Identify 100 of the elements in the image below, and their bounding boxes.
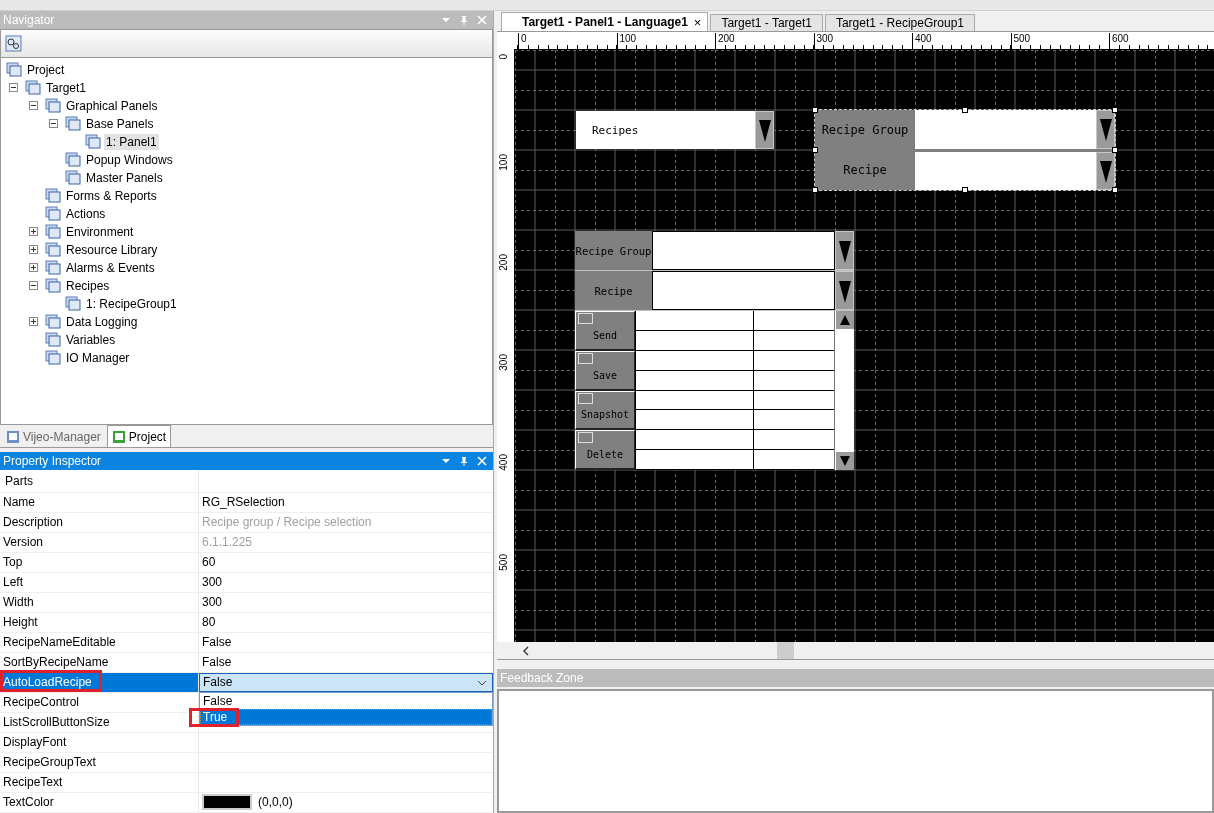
property-value: 80 <box>202 615 216 630</box>
folder-icon <box>44 97 61 115</box>
collapse-icon[interactable] <box>49 119 58 129</box>
scroll-up-icon[interactable] <box>835 311 854 329</box>
folder-icon <box>44 205 61 223</box>
tree-item[interactable]: Forms & Reports <box>64 187 159 204</box>
property-name[interactable]: Left <box>0 573 199 592</box>
property-name[interactable]: ListScrollButtonSize <box>0 713 199 732</box>
document-tab[interactable]: Target1 - Target1 <box>710 14 823 31</box>
tree-item[interactable]: Resource Library <box>64 241 160 258</box>
collapse-icon[interactable] <box>29 101 38 111</box>
property-name[interactable]: AutoLoadRecipe <box>0 673 199 692</box>
folder-icon <box>44 277 61 295</box>
pin-icon[interactable] <box>459 456 469 467</box>
color-swatch[interactable] <box>202 794 252 811</box>
ruler-label: 400 <box>912 33 932 49</box>
property-name[interactable]: TextColor <box>0 793 199 812</box>
tree-item[interactable]: Project <box>25 61 67 78</box>
property-name[interactable]: RecipeGroupText <box>0 753 199 772</box>
property-value: 60 <box>202 555 216 570</box>
tree-item[interactable]: Base Panels <box>84 115 156 132</box>
resize-handle[interactable] <box>812 187 818 193</box>
resize-handle[interactable] <box>812 107 818 113</box>
ruler-label: 300 <box>499 354 509 371</box>
tree-item[interactable]: 1: RecipeGroup1 <box>84 295 179 312</box>
hmi-button[interactable]: Send <box>575 311 635 351</box>
property-name[interactable]: Top <box>0 553 199 572</box>
property-value: RG_RSelection <box>202 495 285 510</box>
scroll-left-icon[interactable] <box>522 646 530 656</box>
property-name[interactable]: DisplayFont <box>0 733 199 752</box>
tree-item[interactable]: Graphical Panels <box>64 97 160 114</box>
document-tab[interactable]: Target1 - Panel1 - Language1 × <box>501 12 709 31</box>
combo-field[interactable] <box>915 151 1096 190</box>
property-name[interactable]: SortByRecipeName <box>0 653 199 672</box>
dropdown-button[interactable] <box>835 271 854 310</box>
resize-handle[interactable] <box>1112 107 1118 113</box>
hmi-button[interactable]: Snapshot <box>575 390 635 431</box>
hmi-button[interactable]: Delete <box>575 430 635 470</box>
document-tab[interactable]: Target1 - RecipeGroup1 <box>824 14 975 31</box>
property-value: False <box>202 635 232 650</box>
dropdown-button[interactable] <box>755 111 774 149</box>
panel-title: Navigator <box>3 12 56 27</box>
tree-item[interactable]: Data Logging <box>64 313 140 330</box>
gears-icon[interactable] <box>5 34 22 52</box>
property-name[interactable]: RecipeText <box>0 773 199 792</box>
resize-handle[interactable] <box>1112 147 1118 153</box>
resize-handle[interactable] <box>812 147 818 153</box>
tree-item[interactable]: Target1 <box>44 79 89 96</box>
dropdown-button[interactable] <box>1096 151 1115 190</box>
collapse-icon[interactable] <box>29 281 38 291</box>
property-value: 6.1.1.225 <box>202 535 253 550</box>
dropdown-button[interactable] <box>835 231 854 270</box>
scroll-bar[interactable] <box>834 311 854 470</box>
expand-icon[interactable] <box>29 227 38 237</box>
scroll-thumb[interactable] <box>777 642 794 659</box>
resize-handle[interactable] <box>962 187 968 193</box>
triangle-down-icon <box>758 117 771 143</box>
panel-tab[interactable]: Vijeo-Manager <box>2 427 105 448</box>
recipe-group-selector[interactable]: Recipe Group Recipe <box>815 110 1115 190</box>
property-name[interactable]: RecipeControl <box>0 693 199 712</box>
property-name[interactable]: Height <box>0 613 199 632</box>
tree-item[interactable]: Variables <box>64 331 118 348</box>
ruler-label: 100 <box>499 154 509 171</box>
tree-item[interactable]: Environment <box>64 223 136 240</box>
dropdown-option[interactable]: False <box>200 693 492 709</box>
panel-tab[interactable]: Project <box>106 425 172 448</box>
field-label: Recipe Group <box>820 122 910 139</box>
combo-field[interactable] <box>652 271 835 310</box>
combo-field[interactable] <box>915 110 1096 149</box>
dropdown-button[interactable] <box>1096 110 1115 149</box>
scroll-down-icon[interactable] <box>835 452 854 470</box>
folder-icon <box>64 115 81 133</box>
property-name[interactable]: Name <box>0 493 199 512</box>
horizontal-scrollbar[interactable] <box>497 642 1214 660</box>
tree-item[interactable]: IO Manager <box>64 349 132 366</box>
property-name[interactable]: Width <box>0 593 199 612</box>
tree-item[interactable]: 1: Panel1 <box>104 133 159 150</box>
resize-handle[interactable] <box>962 107 968 113</box>
tree-item[interactable]: Popup Windows <box>84 151 175 168</box>
combo-field[interactable] <box>652 231 835 270</box>
expand-icon[interactable] <box>29 245 38 255</box>
panel-title: Property Inspector <box>3 454 103 469</box>
resize-handle[interactable] <box>1112 187 1118 193</box>
tree-item[interactable]: Actions <box>64 205 108 222</box>
ruler-label: 400 <box>499 454 509 471</box>
ruler-label: 0 <box>499 54 509 60</box>
tree-item[interactable]: Alarms & Events <box>64 259 157 276</box>
tree-item[interactable]: Master Panels <box>84 169 165 186</box>
chevron-down-icon[interactable] <box>477 680 487 686</box>
recipe-selector[interactable]: Recipes <box>576 111 774 149</box>
recipe-manager[interactable]: Recipe Group Recipe Send Save Snapshot Delete <box>575 231 854 470</box>
dropdown-option[interactable]: True <box>200 709 492 725</box>
hmi-button[interactable]: Save <box>575 350 635 391</box>
tree-item[interactable]: Recipes <box>64 277 112 294</box>
close-icon[interactable] <box>477 456 487 467</box>
window-icon <box>111 429 126 444</box>
expand-icon[interactable] <box>29 263 38 273</box>
collapse-icon[interactable] <box>9 83 18 93</box>
property-name[interactable]: RecipeNameEditable <box>0 633 199 652</box>
expand-icon[interactable] <box>29 317 38 327</box>
